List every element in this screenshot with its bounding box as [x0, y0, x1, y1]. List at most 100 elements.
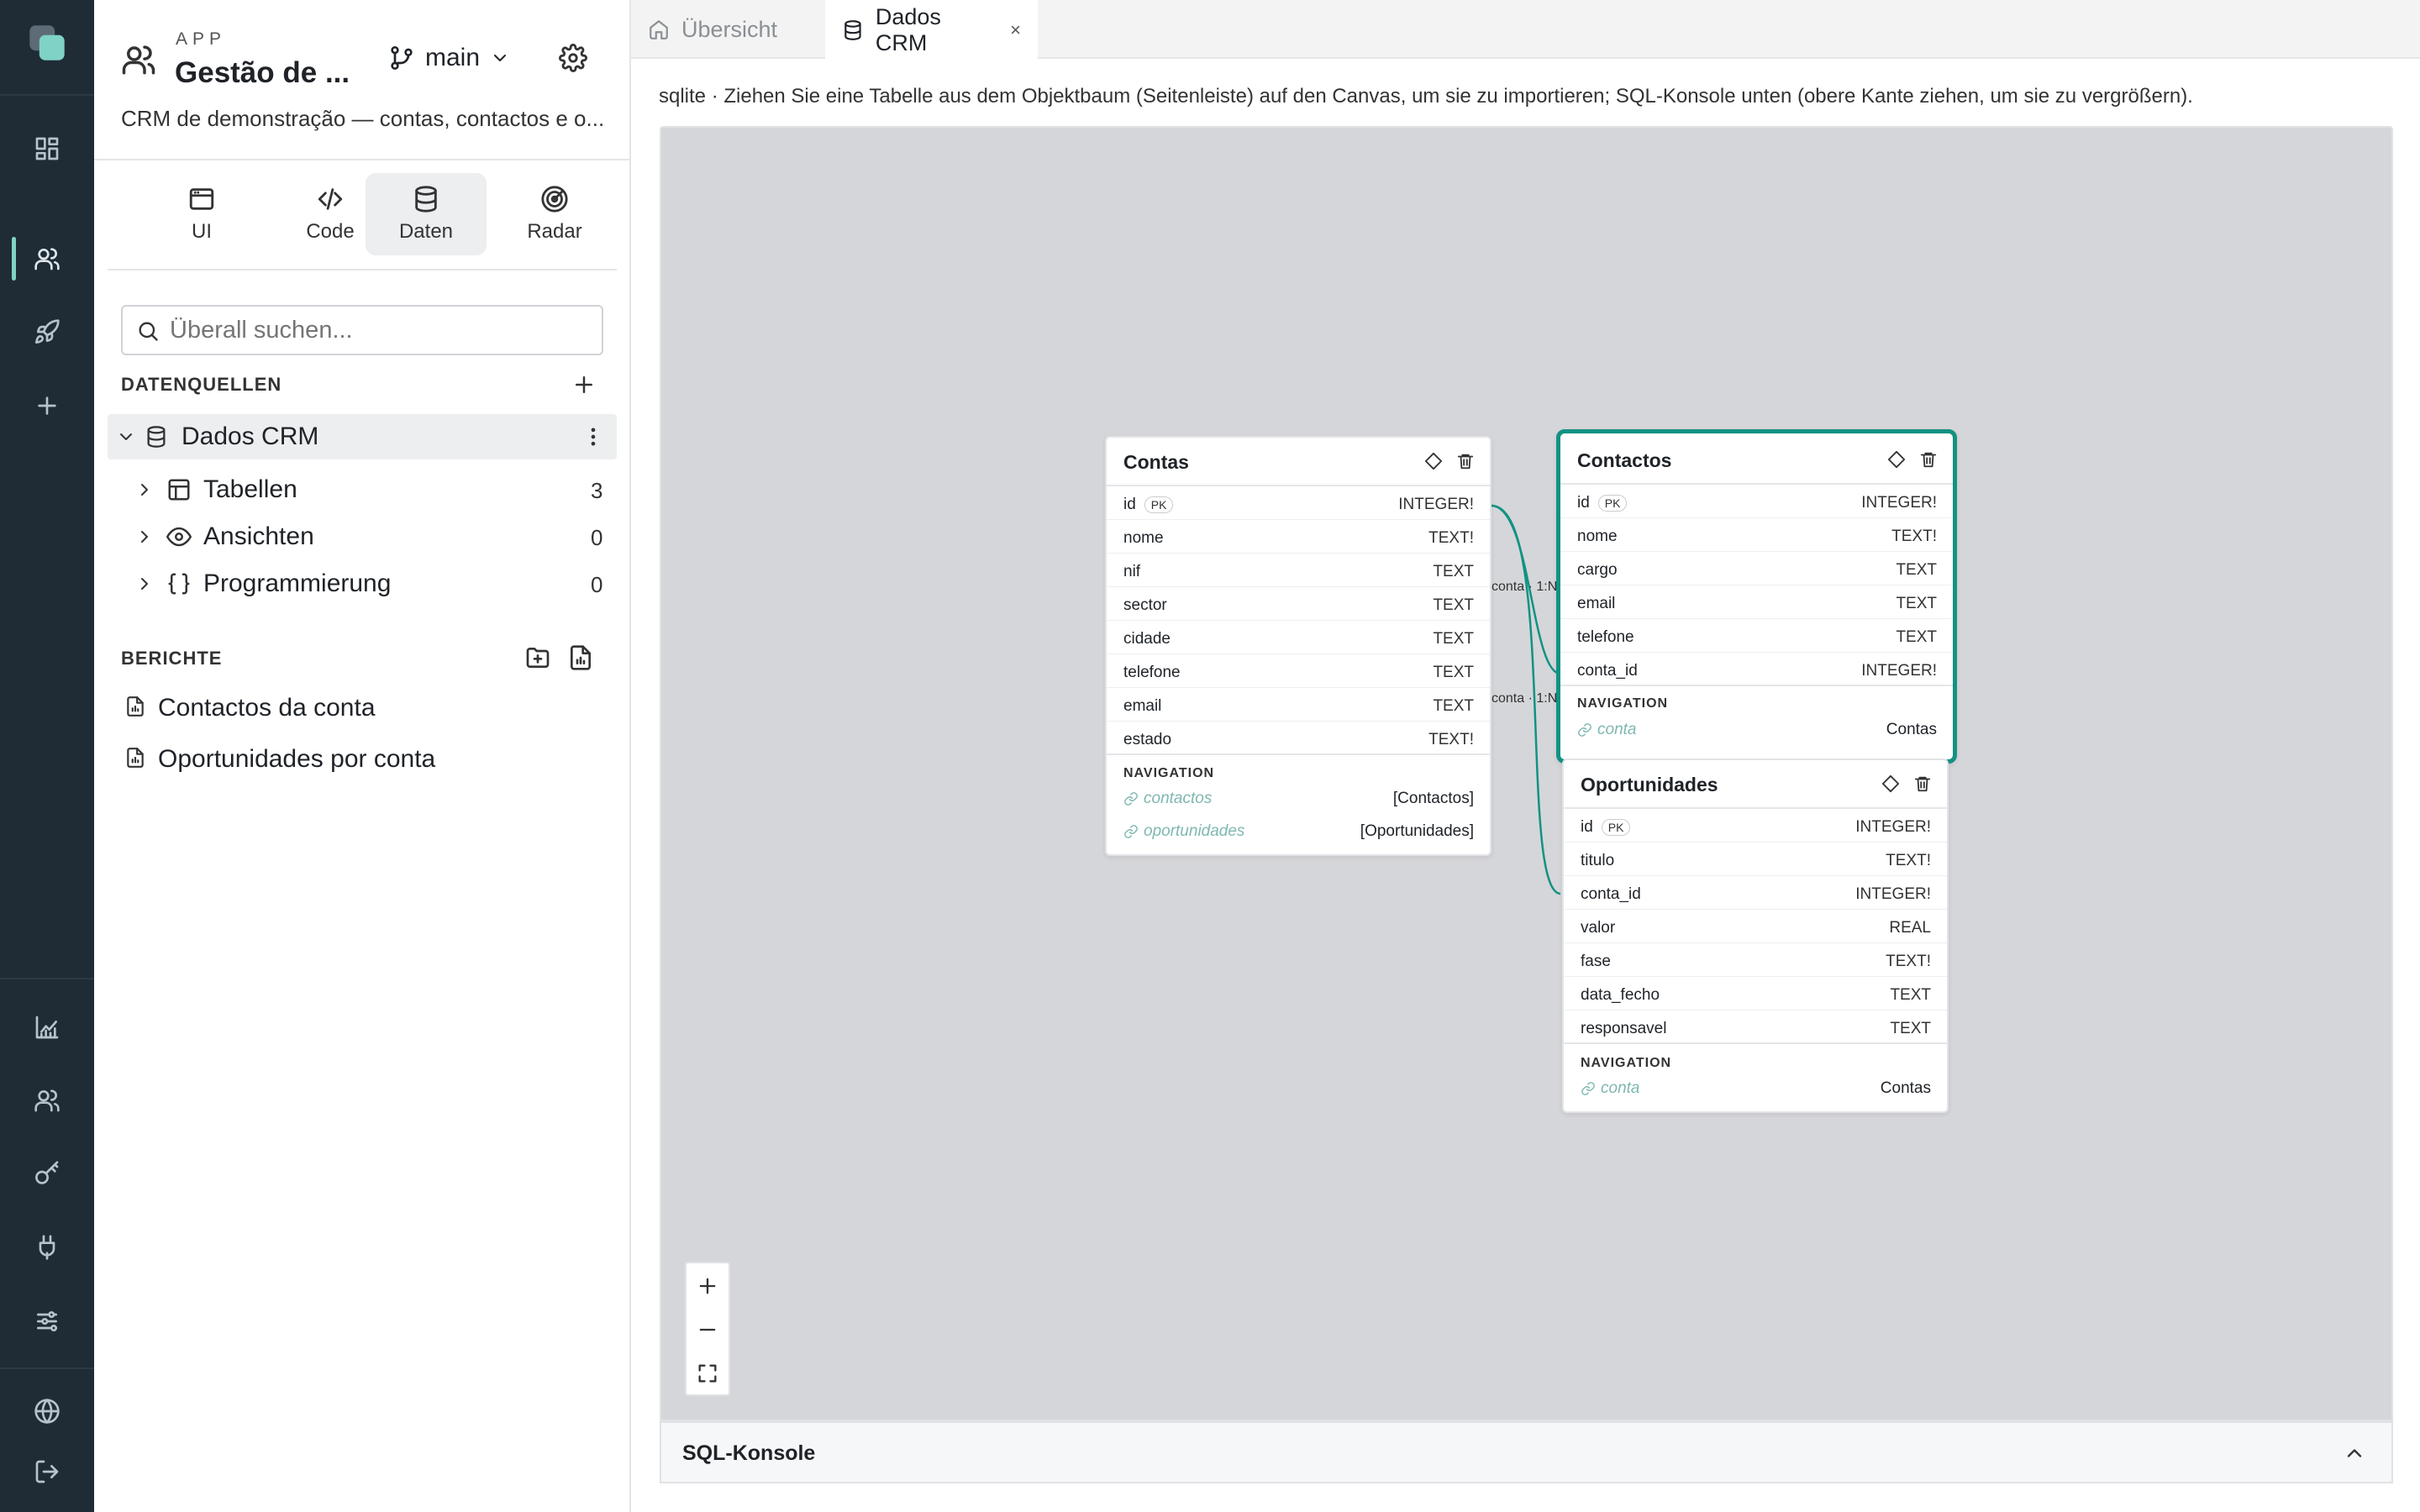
fit-view-button[interactable]	[687, 1352, 729, 1394]
report-item[interactable]: Contactos da conta	[158, 694, 376, 722]
field-row[interactable]: cargo TEXT	[1560, 552, 1953, 585]
field-row[interactable]: valor REAL	[1564, 910, 1947, 943]
field-name: telefone	[1123, 664, 1181, 681]
add-datasource-button[interactable]	[571, 372, 597, 402]
locate-icon[interactable]	[1424, 452, 1443, 470]
chevron-up-icon[interactable]	[2343, 1441, 2366, 1465]
rocket-icon[interactable]	[28, 312, 66, 351]
tab-label: UI	[192, 220, 212, 243]
field-row[interactable]: cidade TEXT	[1107, 621, 1490, 654]
field-row[interactable]: data_fecho TEXT	[1564, 977, 1947, 1011]
field-name: nome	[1577, 528, 1618, 545]
field-row[interactable]: id PK INTEGER!	[1107, 486, 1490, 520]
field-type: TEXT	[1433, 596, 1474, 614]
field-name: telefone	[1577, 628, 1634, 646]
tab-dados-crm[interactable]: Dados CRM ×	[825, 0, 1038, 60]
table-header[interactable]: Oportunidades	[1564, 760, 1947, 809]
canvas-hint: sqlite · Ziehen Sie eine Tabelle aus dem…	[659, 85, 2193, 108]
chevron-right-icon	[141, 531, 148, 543]
dashboard-icon[interactable]	[28, 129, 66, 168]
field-row[interactable]: id PK INTEGER!	[1564, 809, 1947, 843]
field-name: cargo	[1577, 561, 1618, 579]
datasource-row[interactable]: Dados CRM	[108, 414, 617, 459]
er-diagram-canvas[interactable]: conta · 1:N conta · 1:N Contas id PK INTEG…	[660, 126, 2393, 1421]
field-row[interactable]: email TEXT	[1560, 585, 1953, 619]
trash-icon[interactable]	[1913, 774, 1932, 793]
field-row[interactable]: responsavel TEXT	[1564, 1011, 1947, 1044]
field-row[interactable]: nif TEXT	[1107, 554, 1490, 587]
key-icon[interactable]	[28, 1154, 66, 1193]
field-name: titulo	[1581, 852, 1615, 869]
close-tab-button[interactable]: ×	[1010, 19, 1021, 41]
table-title: Contactos	[1577, 449, 1672, 471]
globe-icon[interactable]	[28, 1392, 66, 1431]
field-row[interactable]: telefone TEXT	[1560, 619, 1953, 653]
report-item[interactable]: Oportunidades por conta	[158, 745, 435, 774]
locate-icon[interactable]	[1881, 774, 1900, 793]
tab-label: Radar	[527, 220, 582, 243]
tab-label: Daten	[398, 220, 454, 243]
report-file-icon	[124, 747, 146, 773]
field-type: TEXT	[1890, 986, 1931, 1004]
field-row[interactable]: nome TEXT!	[1107, 520, 1490, 554]
datasources-heading: DATENQUELLEN	[121, 374, 282, 395]
search-box[interactable]	[121, 305, 603, 355]
table-card-contas[interactable]: Contas id PK INTEGER! nome TEXT! nif TEXT se…	[1105, 436, 1491, 856]
navigation-target: [Oportunidades]	[1360, 822, 1474, 840]
field-row[interactable]: titulo TEXT!	[1564, 843, 1947, 876]
field-row[interactable]: telefone TEXT	[1107, 654, 1490, 688]
tree-item-tabellen[interactable]: Tabellen	[134, 468, 297, 512]
tab-radar[interactable]: Radar	[494, 173, 615, 255]
branch-selector[interactable]: main	[388, 44, 510, 72]
more-vertical-icon[interactable]	[581, 425, 605, 449]
settings-gear-icon[interactable]	[559, 44, 587, 76]
tree-item-programmierung[interactable]: Programmierung	[134, 562, 391, 606]
tab-overview[interactable]: Übersicht	[631, 0, 824, 59]
plus-icon[interactable]	[28, 386, 66, 425]
new-folder-button[interactable]	[524, 644, 551, 675]
field-row[interactable]: conta_id INTEGER!	[1564, 876, 1947, 910]
tab-daten[interactable]: Daten	[366, 173, 487, 255]
search-input[interactable]	[170, 315, 590, 345]
trash-icon[interactable]	[1919, 450, 1938, 469]
zoom-controls	[685, 1262, 730, 1396]
tree-item-ansichten[interactable]: Ansichten	[134, 515, 314, 559]
field-row[interactable]: fase TEXT!	[1564, 943, 1947, 977]
navigation-row[interactable]: conta Contas	[1577, 719, 1937, 743]
field-row[interactable]: nome TEXT!	[1560, 518, 1953, 552]
table-header[interactable]: Contas	[1107, 438, 1490, 486]
analytics-icon[interactable]	[28, 1008, 66, 1047]
new-report-button[interactable]	[567, 644, 594, 675]
field-row[interactable]: estado TEXT!	[1107, 722, 1490, 755]
field-row[interactable]: email TEXT	[1107, 688, 1490, 722]
locate-icon[interactable]	[1887, 450, 1906, 469]
tab-ui[interactable]: UI	[141, 173, 262, 255]
team-icon[interactable]	[28, 1081, 66, 1120]
logout-icon[interactable]	[28, 1452, 66, 1491]
sliders-icon[interactable]	[28, 1302, 66, 1341]
edge-label: conta · 1:N	[1491, 691, 1558, 706]
users-icon[interactable]	[28, 239, 66, 278]
app-users-icon	[121, 42, 156, 81]
table-card-oportunidades[interactable]: Oportunidades id PK INTEGER! titulo TEXT! c…	[1562, 759, 1949, 1113]
table-header[interactable]: Contactos	[1560, 436, 1953, 485]
logo-icon[interactable]	[28, 24, 66, 62]
zoom-in-button[interactable]	[687, 1265, 729, 1307]
field-row[interactable]: conta_id INTEGER!	[1560, 653, 1953, 686]
plug-icon[interactable]	[28, 1228, 66, 1267]
navigation-row[interactable]: oportunidades [Oportunidades]	[1123, 821, 1474, 844]
app-rail	[0, 0, 94, 1512]
window-icon	[189, 188, 214, 210]
tab-label: Code	[306, 220, 355, 243]
field-name: estado	[1123, 731, 1172, 748]
chevron-down-icon[interactable]	[116, 427, 136, 447]
table-card-contactos[interactable]: Contactos id PK INTEGER! nome TEXT! cargo TE…	[1556, 429, 1957, 764]
navigation-row[interactable]: conta Contas	[1581, 1078, 1931, 1101]
field-row[interactable]: sector TEXT	[1107, 587, 1490, 621]
navigation-row[interactable]: contactos [Contactos]	[1123, 788, 1474, 811]
sql-console-bar[interactable]: SQL-Konsole	[660, 1421, 2393, 1483]
field-type: INTEGER!	[1861, 662, 1937, 680]
zoom-out-button[interactable]	[687, 1309, 729, 1351]
field-row[interactable]: id PK INTEGER!	[1560, 485, 1953, 518]
trash-icon[interactable]	[1456, 452, 1475, 470]
